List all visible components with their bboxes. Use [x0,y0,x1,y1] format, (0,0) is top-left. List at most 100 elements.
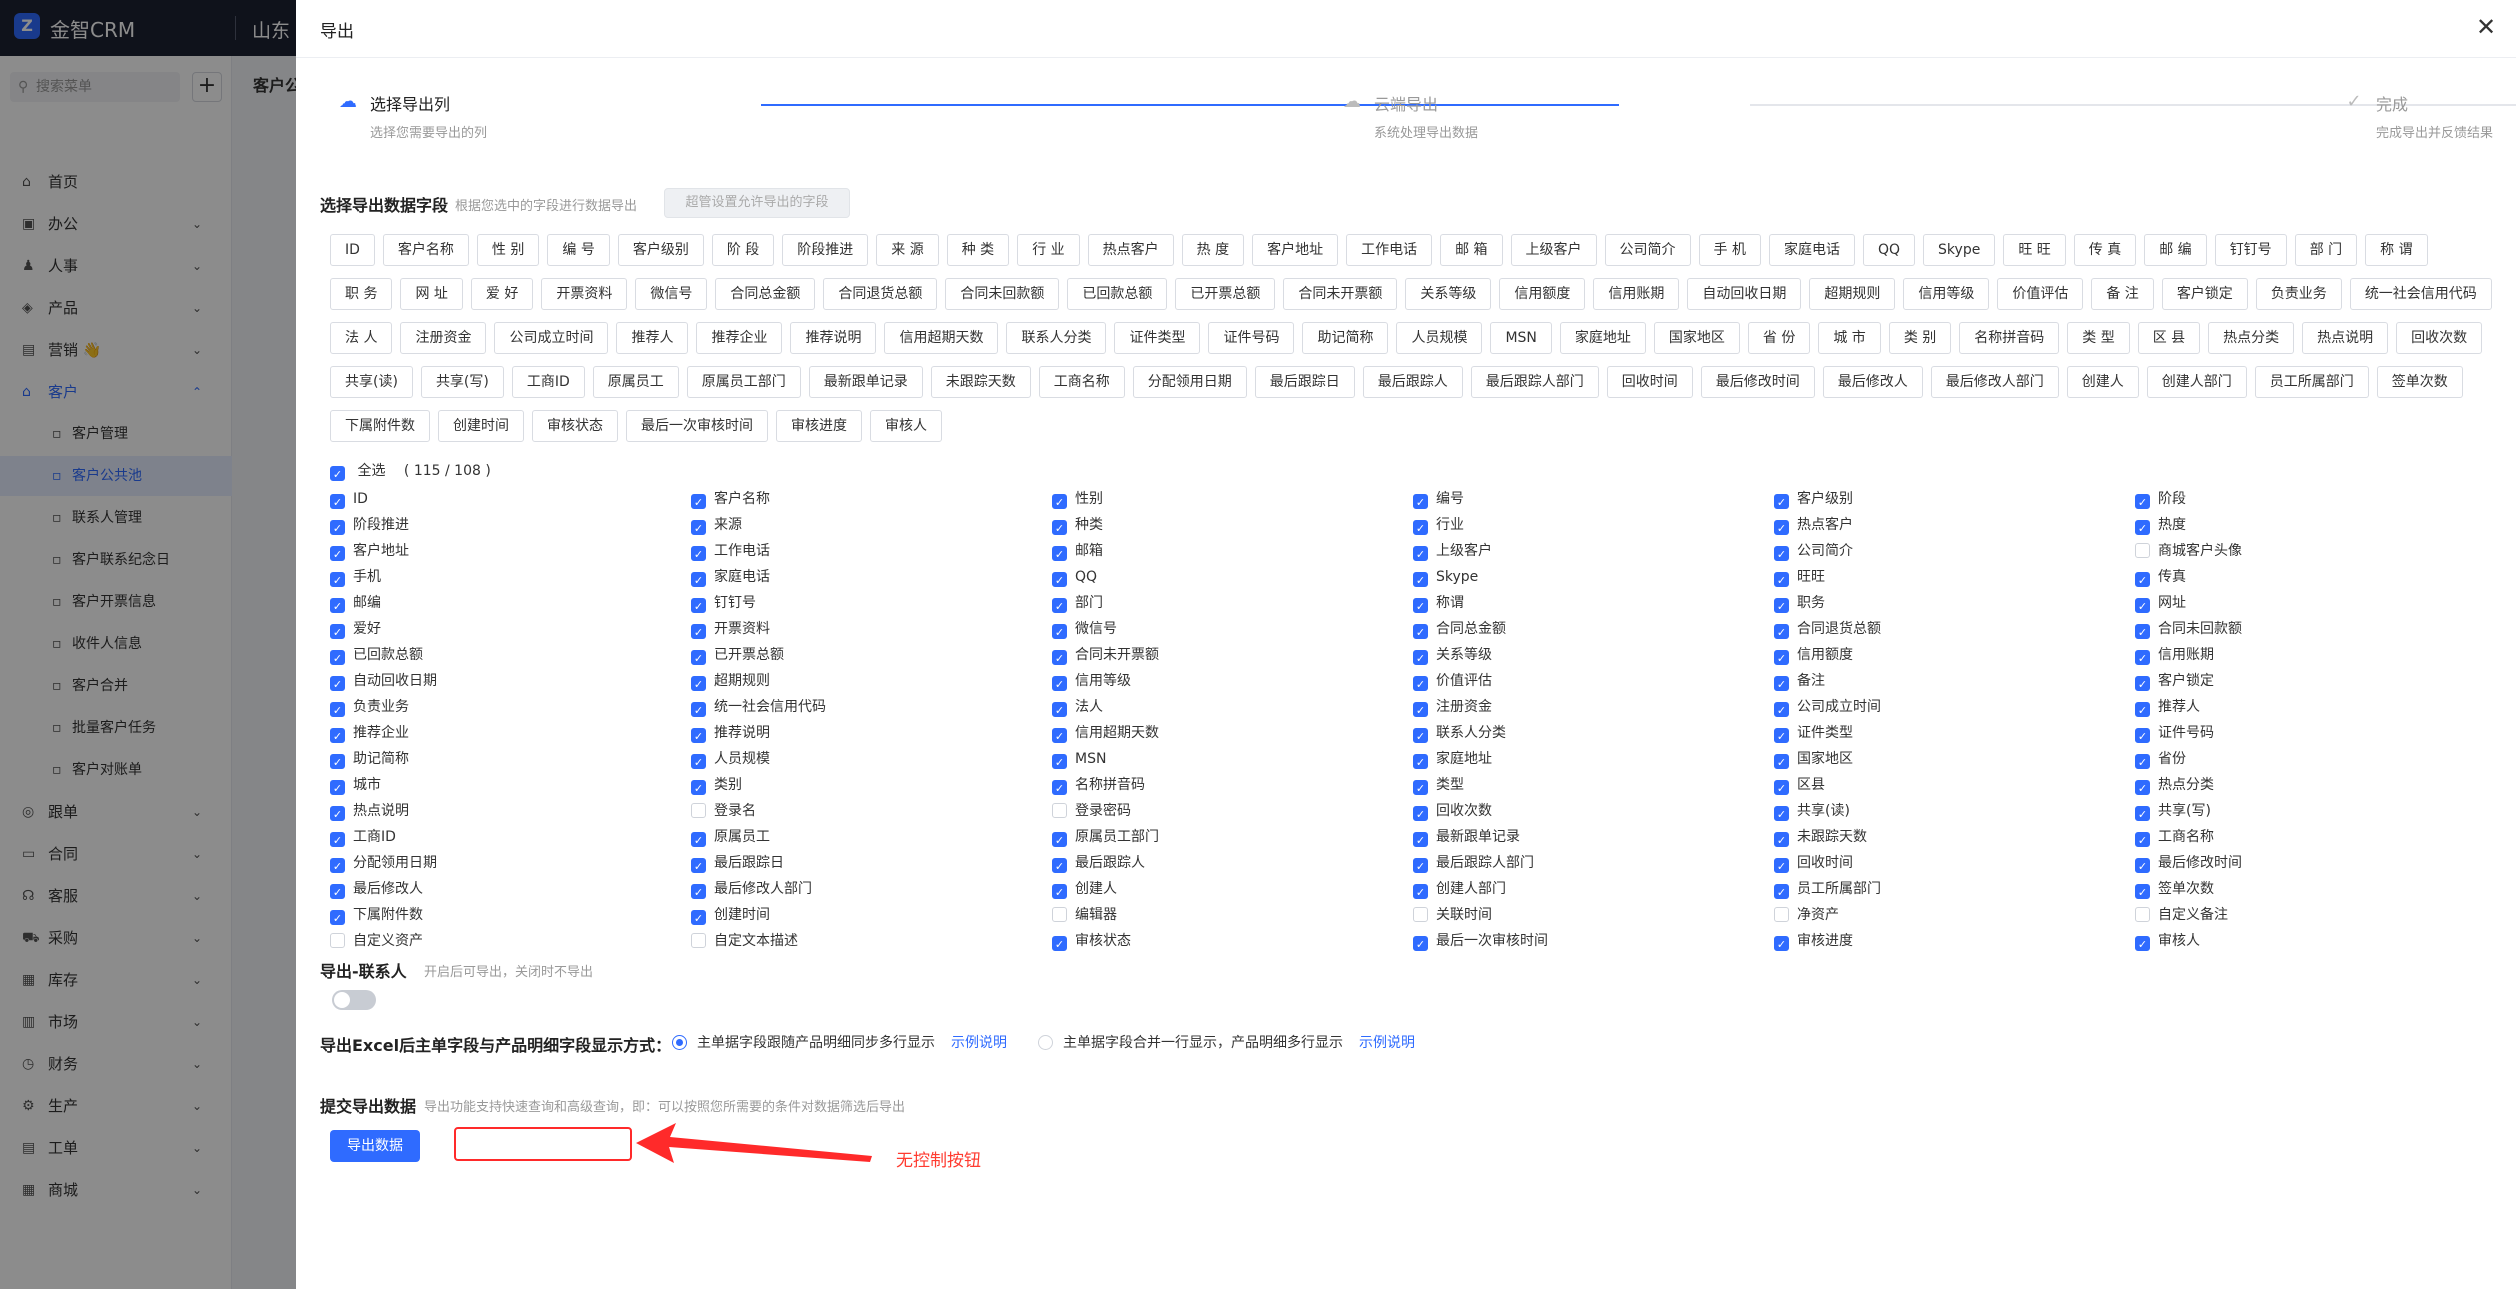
field-tag[interactable]: 工商ID [511,366,585,398]
field-tag[interactable]: 分配领用日期 [1132,366,1247,398]
field-checkbox[interactable]: ✓ 关系等级 [1413,642,1774,668]
field-checkbox[interactable]: ✓ 联系人分类 [1413,720,1774,746]
field-tag[interactable]: 信用额度 [1499,278,1586,310]
field-tag[interactable]: 共享(写) [420,366,504,398]
field-tag[interactable]: 创建时间 [438,410,524,442]
field-checkbox[interactable]: ✓ 类别 [691,772,1052,798]
field-checkbox[interactable]: ✓ 最后跟踪人部门 [1413,850,1774,876]
field-checkbox[interactable]: ✓ 职务 [1774,590,2135,616]
field-checkbox[interactable]: ✓ 客户锁定 [2135,668,2496,694]
field-tag[interactable]: 传 真 [2073,234,2137,266]
field-checkbox[interactable]: ✓ 行业 [1413,512,1774,538]
field-checkbox[interactable]: ✓ 客户地址 [330,538,691,564]
field-tag[interactable]: 职 务 [330,278,393,310]
field-tag[interactable]: 未跟踪天数 [930,366,1031,398]
admin-field-settings-button[interactable]: 超管设置允许导出的字段 [664,188,850,218]
field-checkbox[interactable]: ✓ 家庭地址 [1413,746,1774,772]
field-tag[interactable]: 名称拼音码 [1959,322,2060,354]
field-checkbox[interactable]: ✓ 负责业务 [330,694,691,720]
field-tag[interactable]: QQ [1863,234,1916,266]
field-checkbox[interactable]: ✓ 创建人部门 [1413,876,1774,902]
field-checkbox[interactable]: ✓ 最后一次审核时间 [1413,928,1774,954]
export-contact-toggle[interactable] [332,990,376,1010]
field-tag[interactable]: 信用账期 [1593,278,1680,310]
field-checkbox[interactable]: ✓ 助记简称 [330,746,691,772]
field-checkbox[interactable]: ✓ 热点说明 [330,798,691,824]
field-checkbox[interactable]: 登录名 [691,798,1052,824]
field-tag[interactable]: 开票资料 [541,278,628,310]
field-checkbox[interactable]: ✓ 名称拼音码 [1052,772,1413,798]
field-checkbox[interactable]: ✓ 种类 [1052,512,1413,538]
field-checkbox[interactable]: ✓ 最后修改时间 [2135,850,2496,876]
field-checkbox[interactable]: ✓ 员工所属部门 [1774,876,2135,902]
field-checkbox[interactable]: ✓ 旺旺 [1774,564,2135,590]
field-tag[interactable]: 客户级别 [617,234,704,266]
field-tag[interactable]: 信用超期天数 [884,322,999,354]
field-checkbox[interactable]: 净资产 [1774,902,2135,928]
field-tag[interactable]: 人员规模 [1396,322,1483,354]
field-checkbox[interactable]: ✓ 审核进度 [1774,928,2135,954]
field-checkbox[interactable]: ✓ 共享(写) [2135,798,2496,824]
field-tag[interactable]: 阶 段 [711,234,775,266]
field-checkbox[interactable]: ✓ 回收次数 [1413,798,1774,824]
field-tag[interactable]: 热点客户 [1087,234,1174,266]
field-checkbox[interactable]: ✓ 工作电话 [691,538,1052,564]
field-checkbox[interactable]: ✓ 性别 [1052,486,1413,512]
field-checkbox[interactable]: ✓ 部门 [1052,590,1413,616]
field-tag[interactable]: 省 份 [1747,322,1811,354]
field-tag[interactable]: Skype [1923,234,1996,266]
field-checkbox[interactable]: ✓ 微信号 [1052,616,1413,642]
field-tag[interactable]: 已开票总额 [1175,278,1276,310]
close-icon[interactable]: ✕ [2476,12,2496,42]
field-checkbox[interactable]: ✓ 最后跟踪人 [1052,850,1413,876]
field-checkbox[interactable]: ✓ 客户名称 [691,486,1052,512]
field-checkbox[interactable]: ✓ 区县 [1774,772,2135,798]
field-tag[interactable]: 种 类 [946,234,1010,266]
field-checkbox[interactable]: ✓ 传真 [2135,564,2496,590]
field-checkbox[interactable]: ✓ 法人 [1052,694,1413,720]
field-checkbox[interactable]: 商城客户头像 [2135,538,2496,564]
field-tag[interactable]: 最新跟单记录 [808,366,923,398]
field-tag[interactable]: 原属员工部门 [686,366,801,398]
field-tag[interactable]: 微信号 [635,278,708,310]
field-checkbox[interactable]: ✓ Skype [1413,564,1774,590]
excel-mode-option-merge-row[interactable]: 主单据字段合并一行显示，产品明细多行显示 示例说明 [1038,1032,1415,1054]
field-tag[interactable]: 邮 箱 [1440,234,1503,266]
field-checkbox[interactable]: ✓ 工商名称 [2135,824,2496,850]
field-checkbox[interactable]: ✓ 签单次数 [2135,876,2496,902]
field-checkbox[interactable]: 登录密码 [1052,798,1413,824]
field-tag[interactable]: 性 别 [476,234,540,266]
field-tag[interactable]: 客户名称 [382,234,469,266]
field-tag[interactable]: 工作电话 [1346,234,1433,266]
field-checkbox[interactable]: 自定义备注 [2135,902,2496,928]
field-checkbox[interactable]: ✓ 已开票总额 [691,642,1052,668]
field-tag[interactable]: 法 人 [330,322,393,354]
field-checkbox[interactable]: ✓ 自动回收日期 [330,668,691,694]
field-checkbox[interactable]: ✓ 推荐人 [2135,694,2496,720]
field-checkbox[interactable]: ✓ 公司简介 [1774,538,2135,564]
field-checkbox[interactable]: ✓ QQ [1052,564,1413,590]
field-tag[interactable]: 推荐企业 [696,322,783,354]
field-tag[interactable]: 编 号 [547,234,610,266]
example-link[interactable]: 示例说明 [1359,1035,1415,1051]
field-checkbox[interactable]: ✓ 原属员工 [691,824,1052,850]
example-link[interactable]: 示例说明 [951,1035,1007,1051]
field-tag[interactable]: 超期规则 [1809,278,1896,310]
field-checkbox[interactable]: ✓ 编号 [1413,486,1774,512]
field-tag[interactable]: 最后一次审核时间 [626,410,768,442]
field-tag[interactable]: 最后修改人部门 [1930,366,2059,398]
field-checkbox[interactable]: ✓ 上级客户 [1413,538,1774,564]
field-checkbox[interactable]: ✓ 钉钉号 [691,590,1052,616]
field-tag[interactable]: 备 注 [2091,278,2154,310]
field-checkbox[interactable]: ✓ 审核状态 [1052,928,1413,954]
field-checkbox[interactable]: ✓ 信用超期天数 [1052,720,1413,746]
field-tag[interactable]: 阶段推进 [782,234,869,266]
field-checkbox[interactable]: ✓ 创建时间 [691,902,1052,928]
export-data-button[interactable]: 导出数据 [330,1130,420,1162]
field-tag[interactable]: 创建人 [2066,366,2139,398]
field-tag[interactable]: 最后修改时间 [1700,366,1815,398]
field-checkbox[interactable]: ✓ 价值评估 [1413,668,1774,694]
field-checkbox[interactable]: ✓ 共享(读) [1774,798,2135,824]
field-tag[interactable]: 钉钉号 [2214,234,2287,266]
field-checkbox[interactable]: ✓ 类型 [1413,772,1774,798]
